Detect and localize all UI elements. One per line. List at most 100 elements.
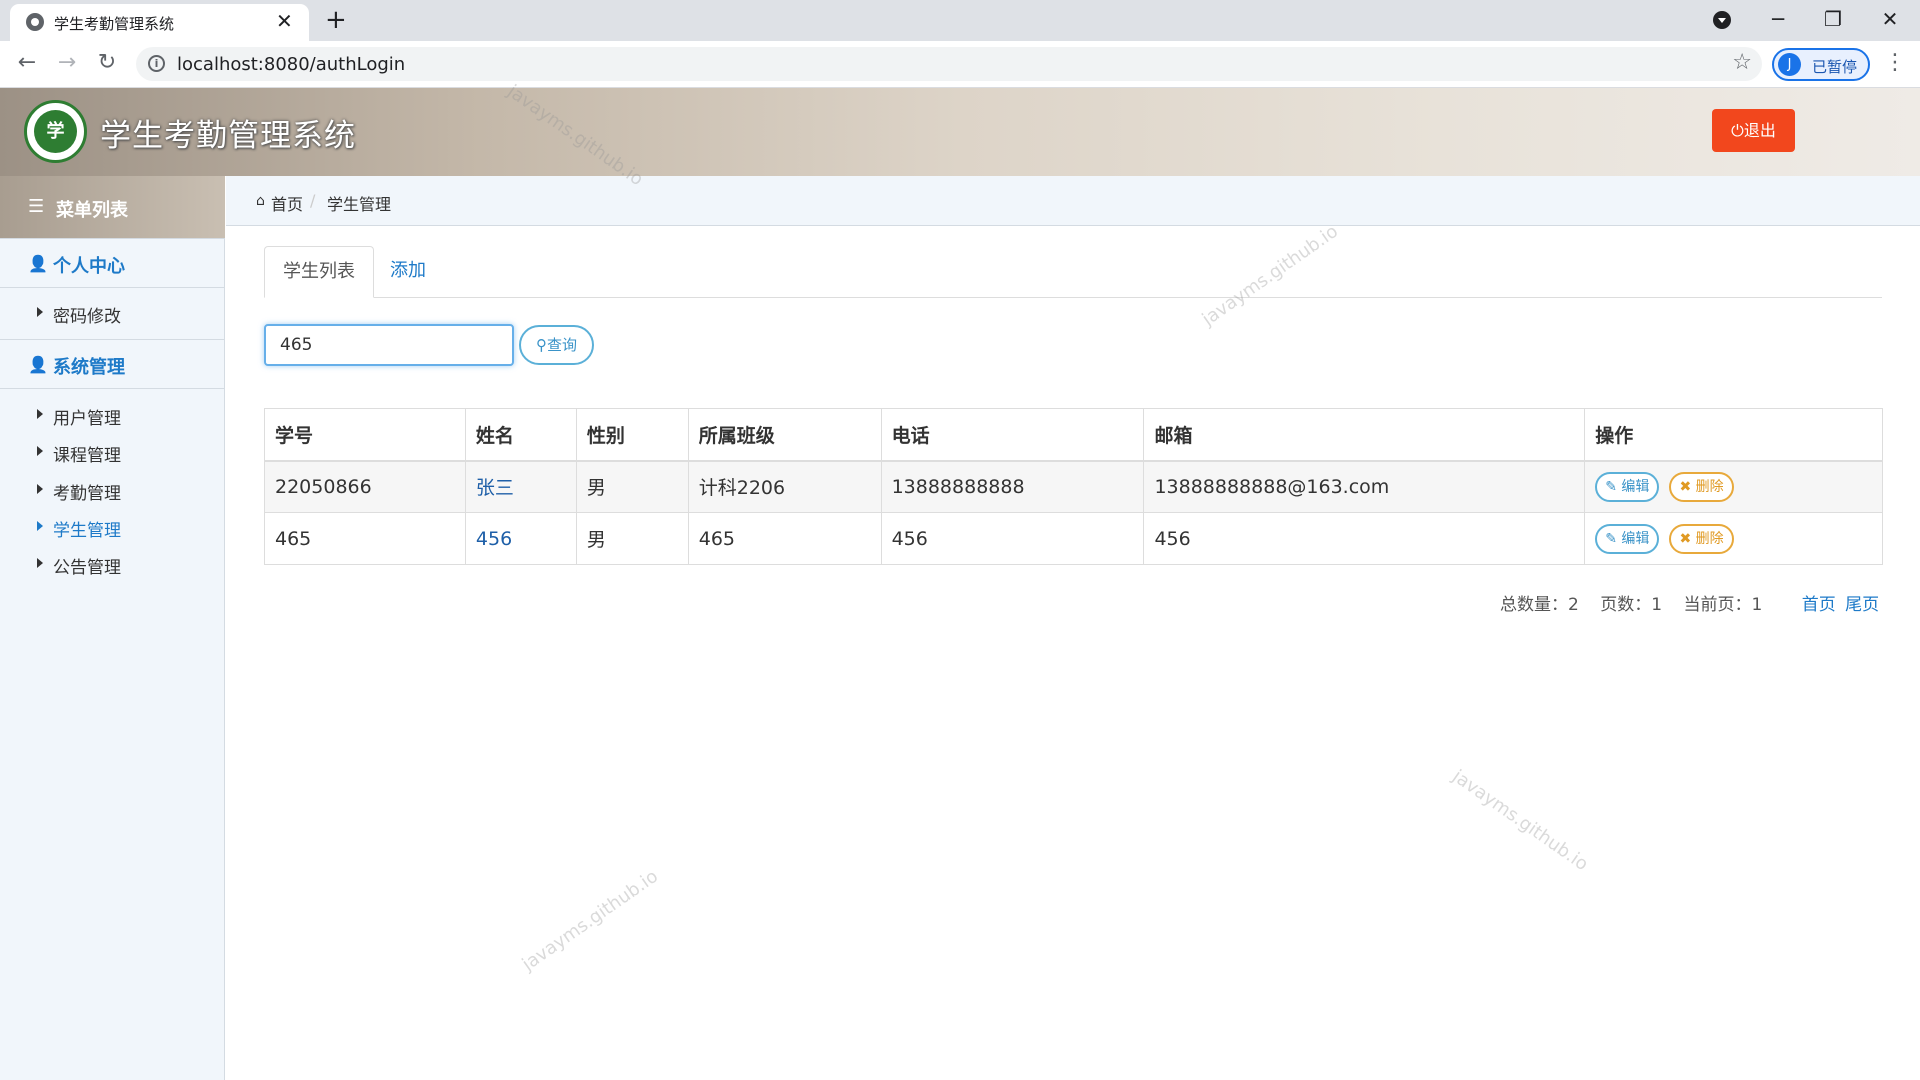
cell-id: 465 xyxy=(264,512,466,565)
table-row: 465 456 男 465 456 456 ✎ 编辑 ✖ 删除 xyxy=(264,512,1883,565)
sidebar-item-password[interactable]: 密码修改 xyxy=(0,296,225,332)
search-icon: ⚲ xyxy=(535,336,547,354)
cell-phone: 13888888888 xyxy=(880,460,1145,513)
current-page: 当前页：1 xyxy=(1683,595,1763,615)
sidebar-item-label: 密码修改 xyxy=(53,307,121,327)
browser-tab[interactable]: 学生考勤管理系统 ✕ xyxy=(10,4,309,41)
cell-actions: ✎ 编辑 ✖ 删除 xyxy=(1584,512,1883,565)
caret-right-icon xyxy=(37,307,43,317)
sidebar-item-label: 用户管理 xyxy=(53,409,121,429)
sidebar: ☰ 菜单列表 👤 个人中心 密码修改 👤 系统管理 用户管理 课程管理 考勤管理… xyxy=(0,176,225,1080)
caret-right-icon xyxy=(37,558,43,568)
home-icon: ⌂ xyxy=(256,193,265,209)
cell-phone: 456 xyxy=(880,512,1145,565)
caret-right-icon xyxy=(37,521,43,531)
cell-name-link[interactable]: 456 xyxy=(464,512,577,565)
address-bar: ← → ↻ i localhost:8080/authLogin ☆ J 已暂停… xyxy=(0,41,1920,88)
app-header: 学 学生考勤管理系统 ⏻退出 xyxy=(0,88,1920,176)
breadcrumb-home[interactable]: 首页 xyxy=(271,191,303,215)
delete-button[interactable]: ✖ 删除 xyxy=(1669,471,1734,502)
profile-status: 已暂停 xyxy=(1812,58,1858,76)
bookmark-star-icon[interactable]: ☆ xyxy=(1732,50,1752,75)
caret-right-icon xyxy=(37,409,43,419)
sidebar-header: ☰ 菜单列表 xyxy=(0,176,225,238)
watermark: javayms.github.io xyxy=(1198,220,1342,331)
column-header: 所属班级 xyxy=(687,408,882,462)
column-header: 姓名 xyxy=(464,408,577,462)
site-info-icon[interactable]: i xyxy=(148,55,165,72)
cell-class: 计科2206 xyxy=(687,460,882,513)
column-header: 学号 xyxy=(264,408,466,462)
tab-title: 学生考勤管理系统 xyxy=(54,15,175,33)
user-icon: 👤 xyxy=(28,355,48,374)
first-page-link[interactable]: 首页 xyxy=(1802,595,1836,615)
column-header: 邮箱 xyxy=(1143,408,1586,462)
sidebar-item-label: 课程管理 xyxy=(53,446,121,466)
logout-button[interactable]: ⏻退出 xyxy=(1712,109,1795,152)
sidebar-section-personal[interactable]: 👤 个人中心 xyxy=(0,238,225,288)
last-page-link[interactable]: 尾页 xyxy=(1845,595,1879,615)
breadcrumb-current: 学生管理 xyxy=(327,195,392,214)
profile-button[interactable]: J 已暂停 xyxy=(1772,48,1870,81)
avatar: J xyxy=(1778,53,1801,76)
sidebar-item-label: 考勤管理 xyxy=(53,484,121,504)
breadcrumb: ⌂ 首页 / 学生管理 xyxy=(226,176,1920,226)
user-icon: 👤 xyxy=(28,254,48,273)
cell-email: 456 xyxy=(1143,512,1586,565)
column-header: 电话 xyxy=(880,408,1145,462)
globe-icon xyxy=(26,13,44,31)
sidebar-section-system[interactable]: 👤 系统管理 xyxy=(0,339,225,389)
more-menu-icon[interactable]: ⋮ xyxy=(1884,49,1906,77)
student-table: 学号 姓名 性别 所属班级 电话 邮箱 操作 22050866 张三 男 计科2… xyxy=(264,408,1883,565)
column-header: 操作 xyxy=(1584,408,1883,462)
page-count: 页数：1 xyxy=(1600,595,1663,615)
app-title: 学生考勤管理系统 xyxy=(100,118,356,154)
total-count: 总数量：2 xyxy=(1500,595,1579,615)
search-input[interactable] xyxy=(264,324,514,366)
caret-right-icon xyxy=(37,446,43,456)
window-close-icon[interactable]: ✕ xyxy=(1870,4,1910,34)
list-icon: ☰ xyxy=(28,196,45,217)
sidebar-section-label: 系统管理 xyxy=(53,357,125,378)
sidebar-item-attendance[interactable]: 考勤管理 xyxy=(0,473,225,509)
watermark: javayms.github.io xyxy=(518,865,662,976)
tab-search-icon[interactable] xyxy=(1713,11,1731,29)
new-tab-button[interactable]: + xyxy=(325,6,347,34)
edit-button[interactable]: ✎ 编辑 xyxy=(1595,523,1660,554)
edit-button[interactable]: ✎ 编辑 xyxy=(1595,471,1660,502)
url-bar[interactable]: i localhost:8080/authLogin ☆ xyxy=(136,47,1762,81)
cell-id: 22050866 xyxy=(264,460,466,513)
sidebar-item-students[interactable]: 学生管理 xyxy=(0,510,225,546)
close-tab-icon[interactable]: ✕ xyxy=(276,10,293,32)
watermark: javayms.github.io xyxy=(1448,765,1592,876)
cell-name-link[interactable]: 张三 xyxy=(464,460,577,513)
tab-add[interactable]: 添加 xyxy=(390,246,440,298)
sidebar-item-label: 学生管理 xyxy=(53,521,121,541)
minimize-icon[interactable]: ─ xyxy=(1758,4,1798,34)
sidebar-item-notices[interactable]: 公告管理 xyxy=(0,547,225,583)
restore-icon[interactable]: ❐ xyxy=(1813,4,1853,34)
cell-gender: 男 xyxy=(575,460,689,513)
cell-actions: ✎ 编辑 ✖ 删除 xyxy=(1584,460,1883,513)
sidebar-item-users[interactable]: 用户管理 xyxy=(0,398,225,434)
browser-titlebar: 学生考勤管理系统 ✕ + ─ ❐ ✕ xyxy=(0,0,1920,41)
tab-student-list[interactable]: 学生列表 xyxy=(264,246,374,298)
reload-icon[interactable]: ↻ xyxy=(93,49,121,77)
university-logo: 学 xyxy=(24,100,87,163)
sidebar-item-label: 公告管理 xyxy=(53,558,121,578)
sidebar-section-label: 个人中心 xyxy=(53,256,125,277)
delete-button[interactable]: ✖ 删除 xyxy=(1669,523,1734,554)
cell-gender: 男 xyxy=(575,512,689,565)
table-header-row: 学号 姓名 性别 所属班级 电话 邮箱 操作 xyxy=(264,408,1883,462)
forward-icon[interactable]: → xyxy=(53,49,81,77)
logo-emblem: 学 xyxy=(34,110,77,153)
caret-right-icon xyxy=(37,484,43,494)
tabs-divider xyxy=(264,297,1882,298)
search-button-label: 查询 xyxy=(546,336,577,354)
breadcrumb-separator: / xyxy=(310,191,316,210)
search-button[interactable]: ⚲查询 xyxy=(519,325,594,365)
sidebar-item-courses[interactable]: 课程管理 xyxy=(0,435,225,471)
column-header: 性别 xyxy=(575,408,689,462)
back-icon[interactable]: ← xyxy=(13,49,41,77)
pagination: 总数量：2 页数：1 当前页：1 首页 尾页 xyxy=(1500,590,1883,615)
